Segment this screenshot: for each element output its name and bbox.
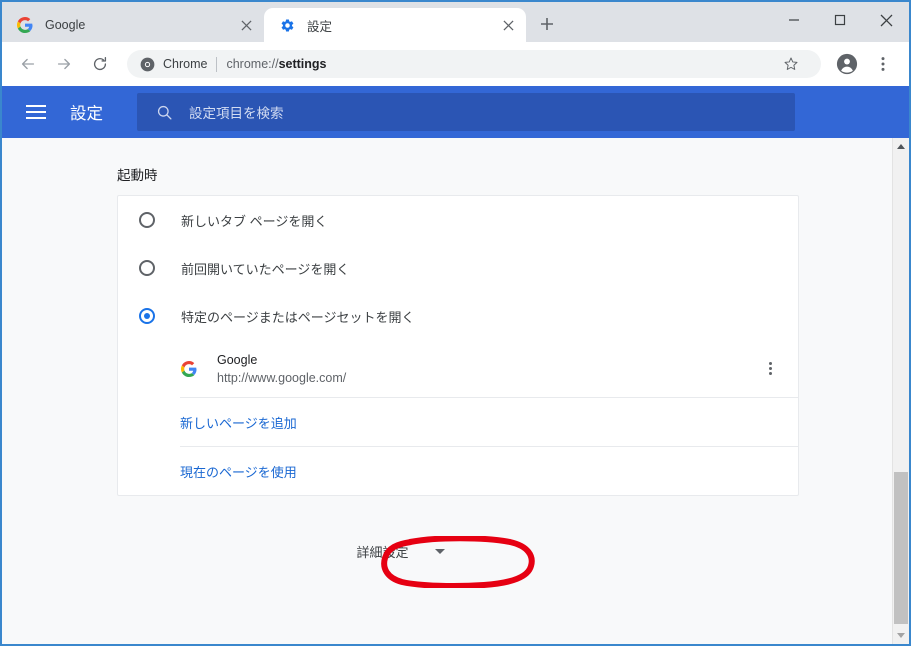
advanced-settings-button[interactable]: 詳細設定 — [348, 533, 452, 569]
tab-title: Google — [45, 18, 86, 32]
url-path: settings — [278, 57, 327, 71]
tab-strip: Google 設定 — [2, 2, 909, 42]
minimize-button[interactable] — [771, 3, 817, 37]
startup-card: 新しいタブ ページを開く 前回開いていたページを開く 特定のページまたはページセ… — [117, 195, 799, 496]
maximize-button[interactable] — [817, 3, 863, 37]
advanced-settings-label: 詳細設定 — [356, 544, 409, 560]
close-button[interactable] — [863, 3, 909, 37]
tab-title: 設定 — [307, 19, 333, 34]
vertical-scrollbar[interactable] — [892, 138, 909, 644]
tab-close-icon[interactable] — [236, 15, 256, 35]
startup-page-name: Google — [217, 352, 258, 367]
startup-page-url: http://www.google.com/ — [217, 370, 347, 385]
new-tab-button[interactable] — [532, 9, 562, 39]
more-options-icon[interactable] — [758, 357, 782, 381]
startup-option-specific-pages[interactable]: 特定のページまたはページセットを開く — [118, 292, 798, 340]
settings-header: 設定 設定項目を検索 — [2, 86, 909, 138]
browser-toolbar: Chrome chrome://settings — [2, 42, 909, 86]
back-icon[interactable] — [13, 49, 43, 79]
startup-section-title: 起動時 — [117, 168, 158, 183]
chevron-down-icon — [434, 548, 445, 554]
reload-icon[interactable] — [85, 49, 115, 79]
search-placeholder: 設定項目を検索 — [189, 106, 284, 121]
profile-avatar-icon[interactable] — [832, 49, 862, 79]
google-g-icon — [16, 16, 34, 34]
add-new-page-row[interactable]: 新しいページを追加 — [118, 398, 798, 446]
startup-option-label: 特定のページまたはページセットを開く — [181, 309, 415, 325]
window-caption-buttons — [771, 2, 909, 38]
scroll-up-button[interactable] — [893, 138, 909, 155]
chrome-icon — [139, 56, 155, 72]
gear-icon — [278, 16, 296, 34]
use-current-pages-row[interactable]: 現在のページを使用 — [118, 447, 798, 495]
url-prefix: chrome:// — [226, 57, 279, 71]
advanced-section: 詳細設定 — [2, 533, 799, 569]
security-chip-label: Chrome — [163, 57, 208, 71]
page-title: 設定 — [70, 105, 103, 123]
scrollbar-thumb[interactable] — [894, 472, 908, 624]
address-bar[interactable]: Chrome chrome://settings — [127, 50, 821, 78]
startup-option-new-tab[interactable]: 新しいタブ ページを開く — [118, 196, 798, 244]
search-input[interactable]: 設定項目を検索 — [137, 93, 795, 131]
startup-page-text: Google http://www.google.com/ — [217, 351, 758, 387]
startup-option-continue[interactable]: 前回開いていたページを開く — [118, 244, 798, 292]
hamburger-icon[interactable] — [26, 100, 50, 124]
forward-icon[interactable] — [49, 49, 79, 79]
tab-close-icon[interactable] — [498, 15, 518, 35]
url-text: chrome://settings — [226, 57, 326, 71]
browser-window: Google 設定 Chrome chrome://settings 設定 設定… — [0, 0, 911, 646]
startup-option-label: 前回開いていたページを開く — [181, 261, 350, 277]
startup-option-label: 新しいタブ ページを開く — [181, 213, 328, 229]
use-current-pages-label: 現在のページを使用 — [180, 464, 297, 480]
radio-icon-selected[interactable] — [139, 308, 155, 324]
three-dot-menu-icon[interactable] — [868, 49, 898, 79]
scroll-down-button[interactable] — [893, 627, 909, 644]
radio-icon[interactable] — [139, 260, 155, 276]
google-g-icon — [180, 360, 198, 378]
search-icon — [155, 103, 173, 121]
radio-icon[interactable] — [139, 212, 155, 228]
omnibox-divider — [216, 56, 218, 72]
tab-settings[interactable]: 設定 — [264, 8, 526, 42]
startup-page-row[interactable]: Google http://www.google.com/ — [118, 340, 798, 397]
settings-content: 起動時 新しいタブ ページを開く 前回開いていたページを開く 特定のページまたは… — [2, 138, 909, 644]
add-new-page-label: 新しいページを追加 — [180, 415, 297, 431]
bookmark-star-icon[interactable] — [776, 49, 806, 79]
tab-google[interactable]: Google — [2, 8, 264, 42]
